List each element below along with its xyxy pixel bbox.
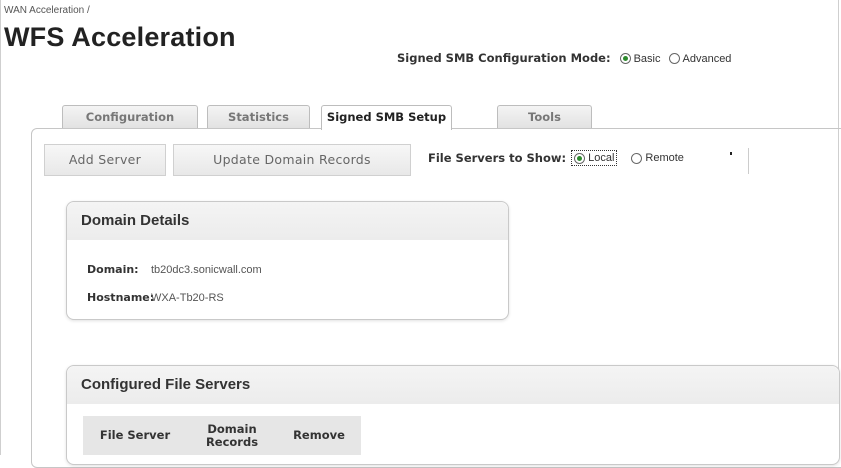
remote-option[interactable]: Remote — [631, 152, 684, 164]
tab-signed-smb-setup[interactable]: Signed SMB Setup — [321, 105, 452, 130]
domain-details-heading: Domain Details — [67, 202, 508, 240]
remote-label: Remote — [645, 152, 684, 164]
breadcrumb[interactable]: WAN Acceleration / — [4, 5, 90, 16]
file-servers-label: File Servers to Show: — [428, 151, 567, 165]
mode-basic-radio[interactable] — [619, 53, 631, 64]
mode-basic-option[interactable]: Basic — [619, 51, 661, 65]
mode-advanced-label: Advanced — [682, 53, 732, 65]
column-domain-records[interactable]: Domain Records — [187, 416, 277, 455]
tab-configuration[interactable]: Configuration — [62, 105, 198, 128]
column-remove[interactable]: Remove — [277, 416, 361, 455]
configured-file-servers-heading: Configured File Servers — [67, 366, 839, 404]
tab-tools[interactable]: Tools — [497, 105, 592, 128]
dropdown-marker-icon — [730, 152, 732, 155]
remote-radio[interactable] — [631, 152, 643, 164]
mode-basic-label: Basic — [633, 53, 661, 65]
hostname-label: Hostname: — [87, 291, 155, 304]
domain-label: Domain: — [87, 263, 139, 276]
page-title: WFS Acceleration — [4, 22, 236, 52]
hostname-value: WXA-Tb20-RS — [151, 292, 224, 304]
mode-advanced-option[interactable]: Advanced — [668, 51, 732, 65]
domain-details-box: Domain Details Domain: tb20dc3.sonicwall.… — [66, 201, 509, 320]
hostname-row: Hostname:WXA-Tb20-RS — [87, 291, 224, 304]
local-option[interactable]: Local — [571, 150, 618, 166]
column-file-server[interactable]: File Server — [83, 416, 187, 455]
toolbar-divider — [748, 148, 749, 174]
update-domain-records-button[interactable]: Update Domain Records — [173, 144, 411, 176]
smb-mode-label: Signed SMB Configuration Mode: — [397, 51, 611, 65]
smb-mode-group: Signed SMB Configuration Mode: Basic Adv… — [397, 51, 731, 65]
file-servers-filter: File Servers to Show: Local Remote — [428, 150, 684, 166]
domain-value: tb20dc3.sonicwall.com — [151, 264, 262, 276]
tab-statistics[interactable]: Statistics — [207, 105, 310, 128]
local-radio[interactable] — [574, 152, 586, 164]
mode-advanced-radio[interactable] — [668, 53, 680, 64]
local-label: Local — [588, 152, 615, 164]
domain-row: Domain: tb20dc3.sonicwall.com — [87, 263, 262, 276]
add-server-button[interactable]: Add Server — [44, 144, 166, 176]
